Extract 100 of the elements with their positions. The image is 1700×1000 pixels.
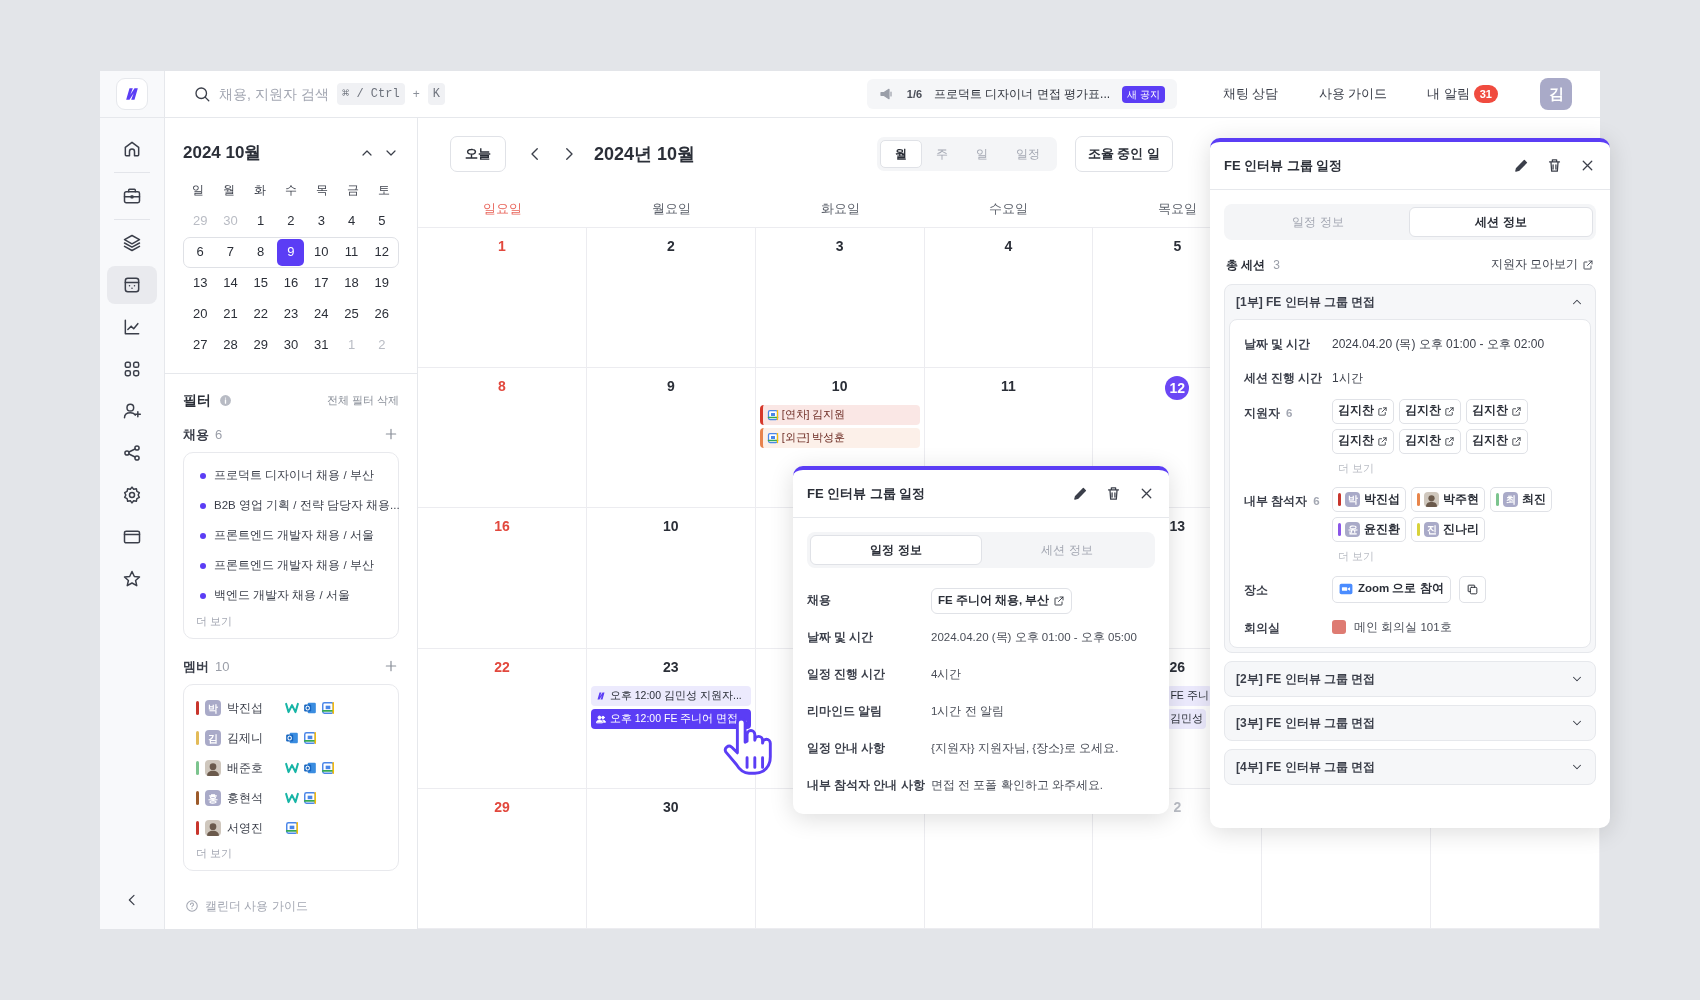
delete-button[interactable] [1546,157,1563,174]
avatar-initial: 박 [205,700,221,716]
view-tab[interactable]: 월 [879,140,922,168]
day-number: 2 [666,237,675,256]
date-button[interactable]: 1 [247,207,275,235]
attendee-chip[interactable]: 박 박진섭 [1332,487,1406,512]
external-link-icon [1444,435,1455,447]
attendee-chip[interactable]: 진 진나리 [1411,517,1485,542]
field-value: 면접 전 포폴 확인하고 와주세요. [931,777,1103,793]
today-button[interactable]: 오늘 [450,136,506,172]
date-button[interactable]: 29 [247,331,275,359]
date-button[interactable]: 17 [307,269,335,297]
date-button[interactable]: 30 [277,331,305,359]
pending-schedules-button[interactable]: 조율 중인 일 [1074,136,1173,172]
date-button[interactable]: 2 [277,207,305,235]
date-button[interactable]: 3 [307,207,335,235]
attendee-chip[interactable]: 윤 윤진환 [1332,517,1406,542]
attendee-chip[interactable]: 박주현 [1411,487,1485,512]
date-button[interactable]: 14 [216,269,244,297]
app-logo[interactable] [116,78,148,110]
tab[interactable]: 일정 정보 [810,535,982,565]
member-name[interactable]: 박진섭 [227,699,279,717]
notifications-link[interactable]: 내 알림 [1427,84,1470,104]
weekday-label: 월 [222,181,237,199]
session-header[interactable]: [4부] FE 인터뷰 그룹 면접 [1225,749,1595,784]
event-chip[interactable]: 오후 12:00 김민성 지원자... [590,685,751,706]
date-button[interactable]: 19 [368,269,396,297]
join-meeting-button[interactable]: Zoom 으로 참여 [1332,575,1451,603]
date-button[interactable]: 24 [307,300,335,328]
date-button[interactable]: 16 [277,269,305,297]
notice-bar[interactable]: 1/6 프로덕트 디자이너 면접 평가표... 새 공지 [866,79,1177,109]
applicant-link[interactable]: 김지찬 [1466,428,1528,454]
w-logo-icon [285,791,299,805]
calendar-title: 2024년 10월 [594,142,696,166]
date-button[interactable]: 27 [186,331,214,359]
applicant-link[interactable]: 김지찬 [1466,398,1528,424]
day-number: 8 [498,377,506,397]
total-count: 3 [1273,257,1281,274]
date-button[interactable]: 5 [368,207,396,235]
date-button[interactable]: 4 [338,207,366,235]
attendee-chip[interactable]: 최 최진 [1490,487,1552,512]
recruitment-filter[interactable]: 프로덕트 디자이너 채용 / 부산 [214,467,374,485]
date-button[interactable]: 20 [186,300,214,328]
date-button[interactable]: 12 [368,238,396,266]
applicant-link[interactable]: 김지찬 [1332,398,1394,424]
day-number: 10 [663,517,679,537]
layers-icon [122,233,142,253]
delete-button[interactable] [1105,485,1122,502]
member-name[interactable]: 홍현석 [227,789,279,807]
date-button[interactable]: 7 [216,238,244,266]
applicant-link[interactable]: 김지찬 [1332,428,1394,454]
date-button[interactable]: 6 [186,238,214,266]
date-button[interactable]: 11 [338,238,366,266]
applicant-link[interactable]: 김지찬 [1399,428,1461,454]
recruitment-filter[interactable]: 프론트엔드 개발자 채용 / 서울 [214,527,374,545]
weekday-label: 목 [314,181,329,199]
date-button[interactable]: 25 [338,300,366,328]
recruitment-filter[interactable]: 백엔드 개발자 채용 / 서울 [214,587,350,605]
member-name[interactable]: 서영진 [227,819,279,837]
member-name[interactable]: 배준호 [227,759,279,777]
applicants-link[interactable]: 지원자 모아보기 [1490,256,1578,274]
event-chip[interactable]: [외근] 박성훈 [759,428,920,449]
weekday-header: 화요일 [819,200,861,218]
recruitment-filter[interactable]: B2B 영업 기획 / 전략 담당자 채용... [214,497,400,515]
recruitment-link[interactable]: FE 주니어 채용, 부산 [931,587,1073,614]
event-chip[interactable]: [연차] 김지원 [759,405,920,426]
edit-button[interactable] [1513,157,1530,174]
tab[interactable]: 세션 정보 [1409,207,1593,237]
trash-icon [1105,485,1122,502]
date-button[interactable]: 9 [277,238,305,266]
nav-button[interactable] [107,266,157,304]
date-button[interactable]: 31 [307,331,335,359]
date-button[interactable]: 22 [247,300,275,328]
member-name[interactable]: 김제니 [227,729,279,747]
session-header[interactable]: [2부] FE 인터뷰 그룹 면접 [1225,661,1595,696]
date-button[interactable]: 13 [186,269,214,297]
session-header[interactable]: [1부] FE 인터뷰 그룹 면접 [1225,285,1595,319]
header-link[interactable]: 채팅 상담 [1222,84,1279,104]
edit-button[interactable] [1072,485,1089,502]
date-button[interactable]: 23 [277,300,305,328]
search-field[interactable]: 채용, 지원자 검색 [219,83,329,105]
day-number: 9 [666,377,675,397]
video-app-icon [1339,582,1353,596]
session-header[interactable]: [3부] FE 인터뷰 그룹 면접 [1225,705,1595,740]
new-badge: 새 공지 [1122,85,1165,103]
date-button[interactable]: 28 [216,331,244,359]
copy-button[interactable] [1458,575,1486,603]
date-button[interactable]: 15 [247,269,275,297]
shortcut-key: ⌘ / Ctrl [337,83,405,105]
date-button[interactable]: 18 [338,269,366,297]
clear-filters-link[interactable]: 전체 필터 삭제 [326,391,399,409]
applicant-link[interactable]: 김지찬 [1399,398,1461,424]
header-link[interactable]: 사용 가이드 [1318,84,1388,104]
date-button[interactable]: 21 [216,300,244,328]
recruitment-filter[interactable]: 프론트엔드 개발자 채용 / 부산 [214,557,374,575]
date-button[interactable]: 8 [247,238,275,266]
pencil-icon [1513,157,1530,174]
field-label: 회의실 [1244,620,1280,636]
date-button[interactable]: 26 [368,300,396,328]
date-button[interactable]: 10 [307,238,335,266]
